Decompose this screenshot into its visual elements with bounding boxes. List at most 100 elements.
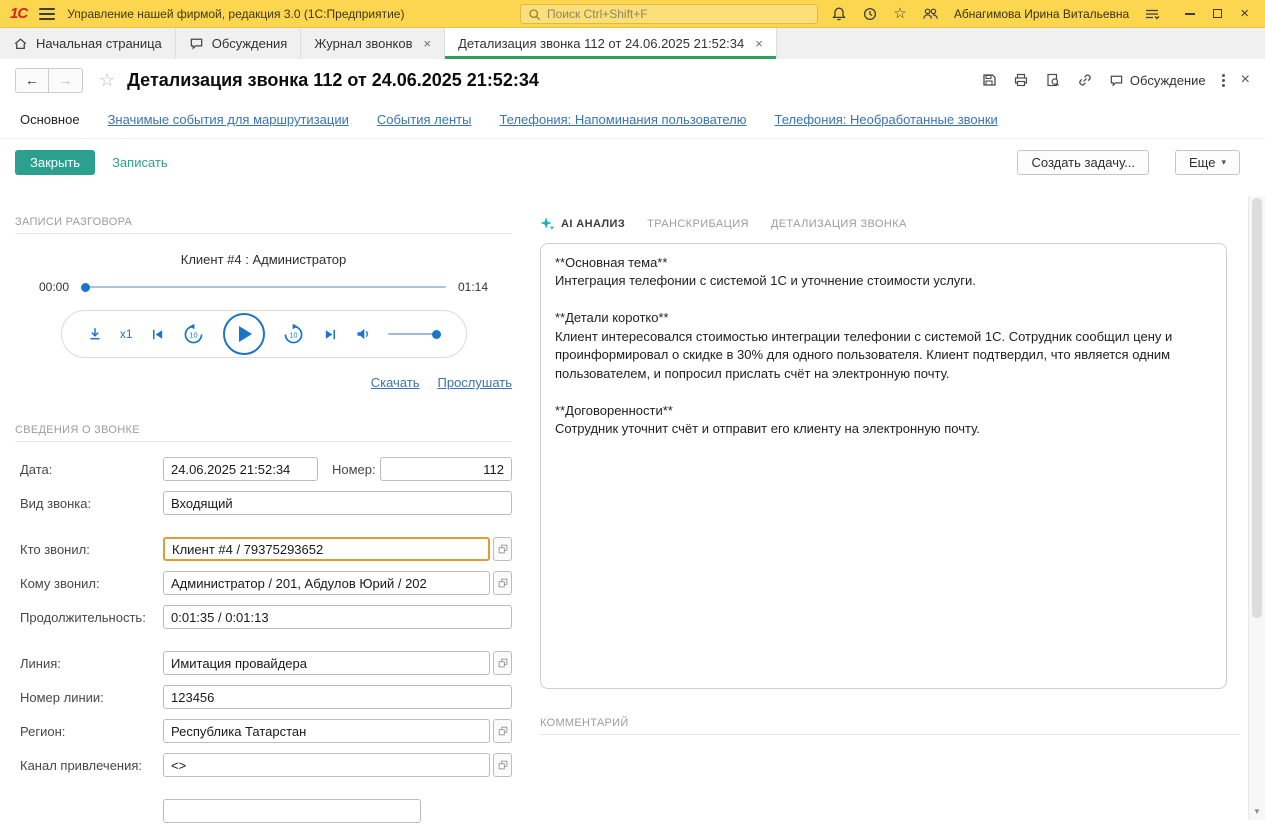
progress-slider[interactable] bbox=[81, 286, 446, 288]
nav-link-routing-events[interactable]: Значимые события для маршрутизации bbox=[108, 112, 349, 127]
download-audio-button[interactable] bbox=[87, 326, 103, 342]
service-menu-icon bbox=[1144, 6, 1160, 22]
search-input[interactable] bbox=[547, 7, 810, 21]
number-field[interactable]: 112 bbox=[380, 457, 512, 481]
close-form-button[interactable]: × bbox=[1241, 72, 1250, 88]
window-tabs: Начальная страница Обсуждения Журнал зво… bbox=[0, 28, 1265, 59]
channel-open-button[interactable] bbox=[493, 753, 512, 777]
region-row: Регион: Республика Татарстан bbox=[15, 719, 512, 743]
preview-button[interactable] bbox=[1045, 72, 1061, 88]
chevron-down-icon: ▾ bbox=[1221, 157, 1226, 168]
tab-label: Детализация звонка 112 от 24.06.2025 21:… bbox=[458, 36, 744, 51]
field-label: Канал привлечения: bbox=[15, 758, 163, 773]
favorite-star-button[interactable]: ☆ bbox=[99, 71, 115, 89]
current-user-button[interactable]: Абнагимова Ирина Витальевна bbox=[954, 7, 1129, 21]
forward-10-icon: 10 bbox=[282, 323, 305, 346]
tab-home[interactable]: Начальная страница bbox=[0, 28, 176, 59]
comment-input[interactable] bbox=[540, 735, 1240, 805]
line-number-field[interactable]: 123456 bbox=[163, 685, 512, 709]
playback-speed-button[interactable]: x1 bbox=[120, 327, 133, 341]
download-link[interactable]: Скачать bbox=[371, 375, 420, 390]
minimize-button[interactable] bbox=[1185, 13, 1195, 15]
floppy-icon bbox=[981, 72, 997, 88]
more-menu-button[interactable]: Еще ▾ bbox=[1175, 150, 1240, 175]
time-elapsed: 00:00 bbox=[39, 280, 69, 294]
line-field[interactable]: Имитация провайдера bbox=[163, 651, 490, 675]
tab-call-details[interactable]: Детализация звонка 112 от 24.06.2025 21:… bbox=[445, 28, 777, 59]
nav-link-feed-events[interactable]: События ленты bbox=[377, 112, 472, 127]
tab-discussions[interactable]: Обсуждения bbox=[176, 28, 302, 59]
tab-label: Журнал звонков bbox=[314, 36, 412, 51]
forward-icon: → bbox=[59, 72, 73, 88]
star-icon: ☆ bbox=[893, 6, 906, 21]
get-link-button[interactable] bbox=[1077, 72, 1093, 88]
close-button[interactable]: Закрыть bbox=[15, 150, 95, 175]
open-icon bbox=[497, 657, 509, 669]
create-task-button[interactable]: Создать задачу... bbox=[1017, 150, 1149, 175]
notifications-button[interactable] bbox=[831, 6, 847, 22]
history-button[interactable] bbox=[862, 6, 878, 22]
more-actions-button[interactable] bbox=[1222, 74, 1225, 87]
write-button[interactable]: Записать bbox=[112, 155, 168, 170]
scrollbar-track[interactable]: ▼ bbox=[1248, 196, 1265, 820]
tab-call-log[interactable]: Журнал звонков × bbox=[301, 28, 445, 59]
volume-button[interactable] bbox=[355, 326, 371, 342]
print-button[interactable] bbox=[1013, 72, 1029, 88]
call-type-field[interactable]: Входящий bbox=[163, 491, 512, 515]
tab-ai-analysis[interactable]: AI АНАЛИЗ bbox=[540, 216, 625, 231]
tab-label: Обсуждения bbox=[212, 36, 288, 51]
channel-field[interactable]: <> bbox=[163, 753, 490, 777]
listen-link[interactable]: Прослушать bbox=[438, 375, 513, 390]
region-field[interactable]: Республика Татарстан bbox=[163, 719, 490, 743]
play-button[interactable] bbox=[223, 313, 265, 355]
progress-knob[interactable] bbox=[81, 283, 90, 292]
caller-field[interactable]: Клиент #4 / 79375293652 bbox=[163, 537, 490, 561]
rewind-10-button[interactable]: 10 bbox=[182, 323, 205, 346]
minimize-icon bbox=[1185, 13, 1195, 15]
tab-close-icon[interactable]: × bbox=[755, 36, 763, 51]
caller-open-button[interactable] bbox=[493, 537, 512, 561]
discussion-label: Обсуждение bbox=[1130, 73, 1206, 88]
tab-transcription[interactable]: ТРАНСКРИБАЦИЯ bbox=[647, 218, 749, 230]
back-icon: ← bbox=[25, 72, 39, 88]
nav-item-main[interactable]: Основное bbox=[20, 112, 80, 127]
date-field[interactable]: 24.06.2025 21:52:34 bbox=[163, 457, 318, 481]
audio-links: Скачать Прослушать bbox=[15, 375, 512, 390]
volume-slider[interactable] bbox=[388, 333, 440, 335]
duration-field[interactable]: 0:01:35 / 0:01:13 bbox=[163, 605, 512, 629]
scroll-down-button[interactable]: ▼ bbox=[1249, 803, 1265, 820]
line-open-button[interactable] bbox=[493, 651, 512, 675]
maximize-button[interactable] bbox=[1213, 9, 1222, 18]
service-menu-button[interactable] bbox=[1144, 6, 1160, 22]
nav-link-user-reminders[interactable]: Телефония: Напоминания пользователю bbox=[499, 112, 746, 127]
region-open-button[interactable] bbox=[493, 719, 512, 743]
global-search[interactable] bbox=[520, 4, 818, 24]
collaboration-button[interactable] bbox=[922, 6, 939, 22]
callee-open-button[interactable] bbox=[493, 571, 512, 595]
field-label: Дата: bbox=[15, 462, 163, 477]
tab-close-icon[interactable]: × bbox=[424, 36, 432, 51]
discussion-button[interactable]: Обсуждение bbox=[1109, 73, 1206, 88]
callee-field[interactable]: Администратор / 201, Абдулов Юрий / 202 bbox=[163, 571, 490, 595]
tab-label: Начальная страница bbox=[36, 36, 162, 51]
forward-button[interactable]: → bbox=[49, 68, 83, 93]
nav-link-unprocessed-calls[interactable]: Телефония: Необработанные звонки bbox=[775, 112, 998, 127]
open-icon bbox=[497, 543, 509, 555]
ai-analysis-text[interactable]: **Основная тема** Интеграция телефонии с… bbox=[540, 243, 1227, 689]
section-title-recordings: ЗАПИСИ РАЗГОВОРА bbox=[15, 216, 512, 234]
main-menu-button[interactable] bbox=[39, 8, 55, 20]
save-button[interactable] bbox=[981, 72, 997, 88]
tab-call-detailing[interactable]: ДЕТАЛИЗАЦИЯ ЗВОНКА bbox=[771, 218, 907, 230]
skip-start-button[interactable] bbox=[150, 327, 165, 342]
skip-end-button[interactable] bbox=[323, 327, 338, 342]
scrollbar-thumb[interactable] bbox=[1252, 198, 1262, 618]
favorites-button[interactable]: ☆ bbox=[893, 6, 906, 21]
close-window-button[interactable]: × bbox=[1240, 6, 1249, 21]
back-button[interactable]: ← bbox=[15, 68, 49, 93]
open-icon bbox=[497, 577, 509, 589]
player-controls: x1 10 10 bbox=[61, 310, 467, 358]
partial-field[interactable] bbox=[163, 799, 421, 823]
volume-knob[interactable] bbox=[432, 330, 441, 339]
forward-10-button[interactable]: 10 bbox=[282, 323, 305, 346]
maximize-icon bbox=[1213, 9, 1222, 18]
